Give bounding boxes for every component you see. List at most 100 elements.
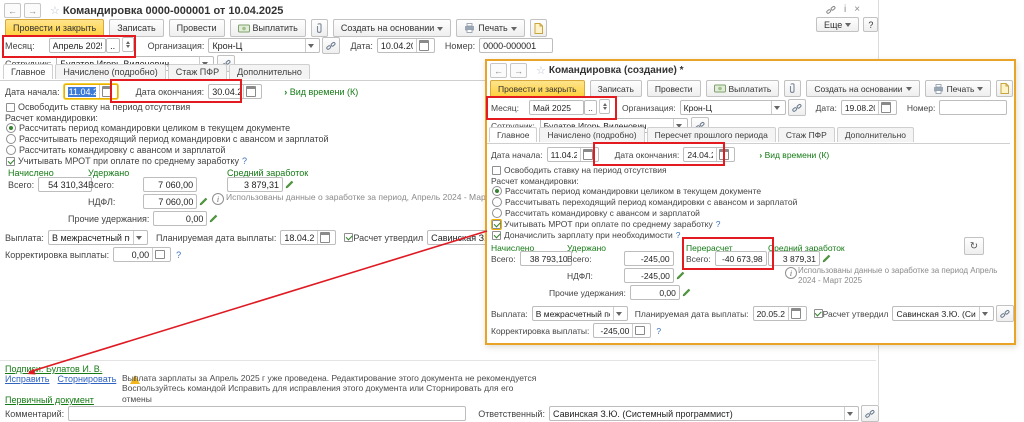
write-button[interactable]: Записать: [109, 19, 163, 37]
time-kind-link[interactable]: › Вид времени (К): [759, 150, 829, 160]
refresh-button[interactable]: ↻: [964, 237, 984, 255]
date-end-field[interactable]: 24.04.2025: [683, 147, 735, 162]
number-field[interactable]: [939, 100, 1007, 115]
withheld-total-field[interactable]: 7 060,00: [143, 177, 197, 192]
other-withhold-field[interactable]: 0,00: [630, 285, 680, 300]
print-button[interactable]: Печать: [925, 80, 992, 97]
accrued-total-field[interactable]: 54 310,34: [38, 177, 92, 192]
primary-doc-link[interactable]: Первичный документ: [5, 395, 94, 405]
attachments-button[interactable]: [784, 80, 801, 97]
reminder-doc-button[interactable]: [530, 19, 547, 37]
pencil-icon[interactable]: [682, 288, 691, 297]
signatures-link[interactable]: Подписи: Булатов И. В.: [5, 364, 102, 374]
fix-link[interactable]: Исправить: [5, 374, 49, 384]
organization-field[interactable]: Крон-Ц: [208, 38, 320, 53]
date-field[interactable]: 19.08.2025: [841, 100, 897, 115]
pay-button[interactable]: Выплатить: [230, 19, 306, 37]
date-end-field[interactable]: 30.04.2025: [208, 84, 262, 99]
help-mark[interactable]: ?: [176, 250, 181, 260]
tab-dopolnitelno[interactable]: Дополнительно: [229, 64, 310, 79]
create-based-on-button[interactable]: Создать на основании: [333, 19, 451, 37]
ndfl-field[interactable]: 7 060,00: [143, 194, 197, 209]
ndfl-field[interactable]: -245,00: [624, 268, 674, 283]
pencil-icon[interactable]: [285, 180, 294, 189]
back-nav-back-button[interactable]: ←: [4, 3, 21, 18]
correction-field[interactable]: -245,00: [593, 323, 651, 338]
responsible-field[interactable]: Савинская З.Ю. (Системный программист): [549, 406, 859, 421]
avg-earnings-field[interactable]: 3 879,31: [768, 251, 820, 266]
date-start-field[interactable]: 11.04.2025: [547, 147, 599, 162]
month-spinner[interactable]: [599, 99, 610, 114]
pay-button[interactable]: Выплатить: [706, 80, 780, 97]
accrued-total-field[interactable]: 38 793,10: [520, 251, 572, 266]
pencil-icon[interactable]: [199, 197, 208, 206]
time-kind-link[interactable]: › Вид времени (К): [284, 87, 358, 97]
organization-open-link-icon[interactable]: [322, 37, 340, 54]
attachments-button[interactable]: [311, 19, 328, 37]
tab-nachisleno[interactable]: Начислено (подробно): [55, 64, 165, 79]
month-spinner[interactable]: [122, 37, 134, 52]
help-mark[interactable]: ?: [716, 219, 721, 229]
release-rate-checkbox[interactable]: [6, 103, 15, 112]
organization-field[interactable]: Крон-Ц: [680, 100, 786, 115]
month-field[interactable]: Апрель 2025: [49, 38, 106, 53]
tab-stazh-pfr[interactable]: Стаж ПФР: [778, 127, 835, 142]
post-button[interactable]: Провести: [169, 19, 225, 37]
favorite-star-icon[interactable]: ☆: [536, 64, 546, 77]
print-button[interactable]: Печать: [456, 19, 524, 37]
post-and-close-button[interactable]: Провести и закрыть: [5, 19, 104, 37]
more-button[interactable]: Еще: [816, 17, 859, 32]
calc-option1-radio[interactable]: [492, 186, 502, 196]
tab-pereschet[interactable]: Пересчет прошлого периода: [647, 127, 776, 142]
tab-nachisleno[interactable]: Начислено (подробно): [539, 127, 644, 142]
correction-field[interactable]: 0,00: [113, 247, 171, 262]
month-field[interactable]: Май 2025: [529, 100, 584, 115]
info-icon[interactable]: i: [844, 4, 846, 15]
organization-open-link-icon[interactable]: [788, 99, 806, 116]
responsible-open-link-icon[interactable]: [861, 405, 879, 422]
storno-link[interactable]: Сторнировать: [57, 374, 116, 384]
payment-kind-field[interactable]: В межрасчетный период: [48, 230, 148, 245]
tab-glavnoe[interactable]: Главное: [3, 64, 53, 79]
get-link-icon[interactable]: [826, 5, 836, 15]
month-select-button[interactable]: ..: [106, 38, 120, 53]
comment-input[interactable]: [68, 406, 466, 421]
date-start-field[interactable]: 11.04.2025: [64, 84, 118, 99]
pencil-icon[interactable]: [822, 254, 831, 263]
help-button[interactable]: ?: [863, 17, 878, 32]
calc-option2-radio[interactable]: [6, 134, 16, 144]
approved-checkbox[interactable]: [344, 233, 353, 242]
approver-field[interactable]: Савинская З.Ю. (Системный прог: [892, 306, 994, 321]
planned-date-field[interactable]: 20.05.2025: [753, 306, 807, 321]
favorite-star-icon[interactable]: ☆: [50, 4, 60, 17]
calc-option2-radio[interactable]: [492, 197, 502, 207]
help-mark[interactable]: ?: [676, 230, 681, 240]
pencil-icon[interactable]: [209, 214, 218, 223]
post-button[interactable]: Провести: [647, 80, 701, 97]
tab-stazh-pfr[interactable]: Стаж ПФР: [168, 64, 227, 79]
approved-checkbox[interactable]: [814, 309, 823, 318]
number-field[interactable]: 0000-000001: [479, 38, 553, 53]
help-mark[interactable]: ?: [656, 326, 661, 336]
mrot-checkbox[interactable]: [6, 157, 15, 166]
dop-checkbox[interactable]: [492, 231, 501, 240]
tab-dopolnitelno[interactable]: Дополнительно: [837, 127, 914, 142]
avg-earnings-field[interactable]: 3 879,31: [227, 177, 283, 192]
other-withhold-field[interactable]: 0,00: [153, 211, 207, 226]
tab-glavnoe[interactable]: Главное: [489, 127, 537, 142]
calc-option3-radio[interactable]: [492, 208, 502, 218]
front-nav-back-button[interactable]: ←: [490, 63, 507, 78]
withheld-total-field[interactable]: -245,00: [624, 251, 674, 266]
calc-option3-radio[interactable]: [6, 145, 16, 155]
back-nav-forward-button[interactable]: →: [24, 3, 41, 18]
release-rate-checkbox[interactable]: [492, 166, 501, 175]
mrot-checkbox[interactable]: [492, 220, 501, 229]
date-field[interactable]: 10.04.2025: [377, 38, 435, 53]
help-mark[interactable]: ?: [242, 156, 247, 166]
payment-kind-field[interactable]: В межрасчетный период: [532, 306, 628, 321]
close-icon[interactable]: ×: [854, 4, 860, 15]
pencil-icon[interactable]: [676, 271, 685, 280]
create-based-on-button[interactable]: Создать на основании: [806, 80, 919, 97]
post-and-close-button[interactable]: Провести и закрыть: [490, 80, 585, 97]
front-nav-forward-button[interactable]: →: [510, 63, 527, 78]
